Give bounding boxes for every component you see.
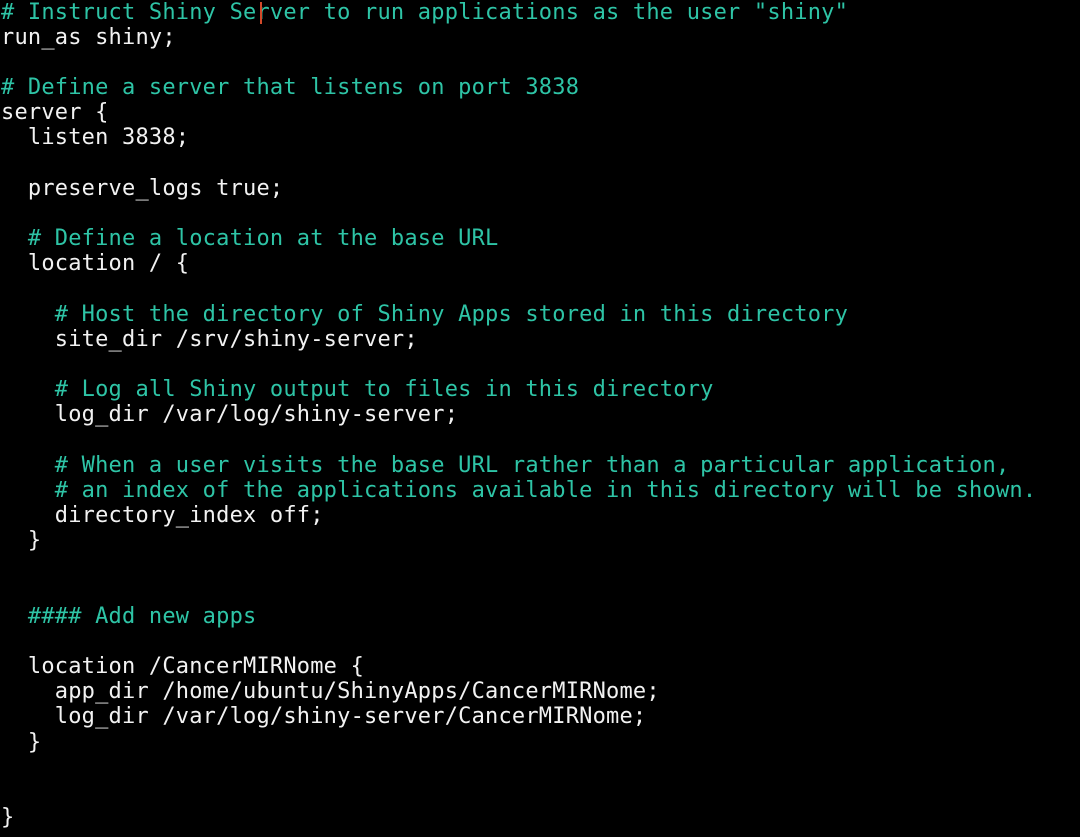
terminal-editor[interactable]: # Instruct Shiny Server to run applicati… <box>0 0 1080 837</box>
code-line-16: # Log all Shiny output to files in this … <box>1 377 714 402</box>
code-line-30: } <box>1 730 42 755</box>
code-line-8: preserve_logs true; <box>1 176 284 201</box>
code-line-22: } <box>1 528 42 553</box>
code-line-1: # Instruct Shiny Server to run applicati… <box>1 0 849 25</box>
code-line-17: log_dir /var/log/shiny-server; <box>1 402 459 427</box>
code-line-25: #### Add new apps <box>1 604 257 629</box>
code-line-19: # When a user visits the base URL rather… <box>1 453 1010 478</box>
code-line-20: # an index of the applications available… <box>1 478 1037 503</box>
text-cursor <box>260 2 262 24</box>
code-line-11: location / { <box>1 251 190 276</box>
code-line-28: app_dir /home/ubuntu/ShinyApps/CancerMIR… <box>1 679 660 704</box>
code-line-5: server { <box>1 100 109 125</box>
code-line-13: # Host the directory of Shiny Apps store… <box>1 302 849 327</box>
code-line-29: log_dir /var/log/shiny-server/CancerMIRN… <box>1 704 647 729</box>
code-line-33: } <box>1 805 15 830</box>
code-line-21: directory_index off; <box>1 503 324 528</box>
code-line-14: site_dir /srv/shiny-server; <box>1 327 418 352</box>
code-line-27: location /CancerMIRNome { <box>1 654 365 679</box>
code-line-10: # Define a location at the base URL <box>1 226 499 251</box>
code-line-2: run_as shiny; <box>1 25 176 50</box>
code-line-6: listen 3838; <box>1 125 190 150</box>
code-line-4: # Define a server that listens on port 3… <box>1 75 580 100</box>
